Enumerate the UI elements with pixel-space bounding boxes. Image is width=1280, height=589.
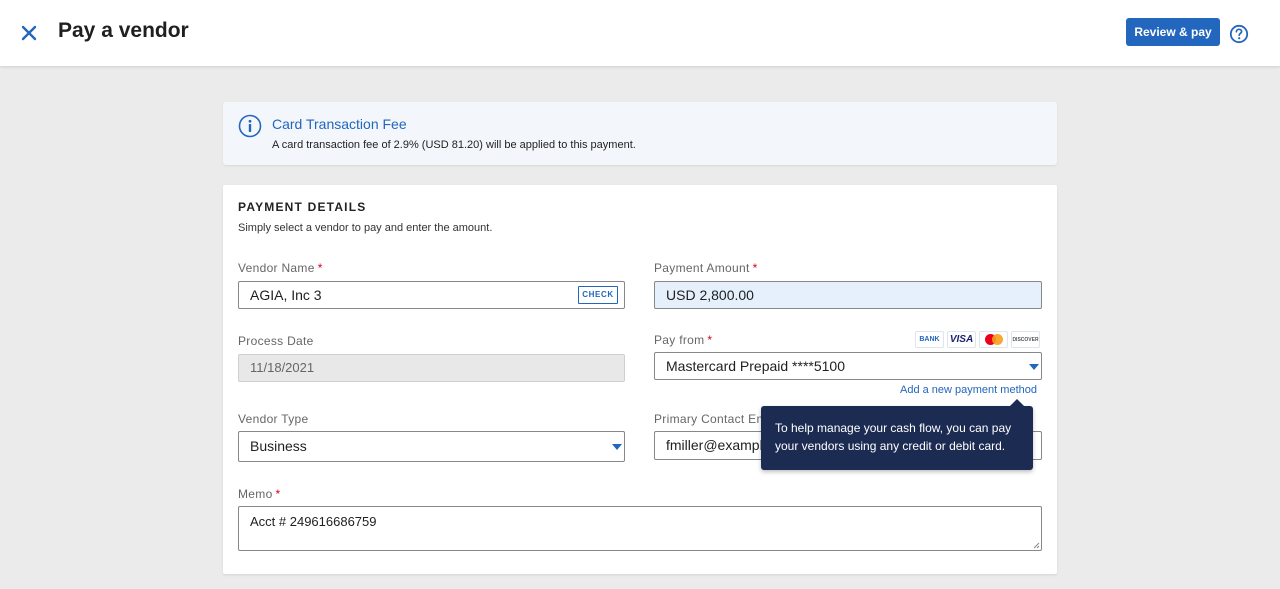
required-marker: * (317, 261, 323, 275)
required-marker: * (707, 333, 713, 347)
card-fee-notice: Card Transaction Fee A card transaction … (223, 102, 1057, 165)
section-title: PAYMENT DETAILS (238, 200, 367, 214)
vendor-type-label: Vendor Type (238, 412, 309, 426)
memo-label: Memo * (238, 487, 281, 501)
notice-title: Card Transaction Fee (272, 116, 407, 132)
vendor-type-select[interactable]: Business (238, 431, 625, 462)
payment-amount-label: Payment Amount * (654, 261, 758, 275)
vendor-name-input[interactable]: AGIA, Inc 3 CHECK (238, 281, 625, 309)
required-marker: * (275, 487, 281, 501)
tooltip-arrow (1010, 399, 1024, 406)
discover-logo: DISCOVER (1011, 331, 1040, 348)
payment-details-card: PAYMENT DETAILS Simply select a vendor t… (223, 185, 1057, 574)
resize-handle-icon[interactable] (1032, 541, 1040, 549)
check-button[interactable]: CHECK (578, 286, 618, 304)
bank-logo: BANK (915, 331, 944, 348)
chevron-down-icon (1029, 364, 1039, 370)
process-date-label: Process Date (238, 334, 314, 348)
top-bar: Pay a vendor Review & pay (0, 0, 1280, 66)
memo-textarea[interactable]: Acct # 249616686759 (238, 506, 1042, 551)
review-and-pay-button[interactable]: Review & pay (1126, 18, 1220, 46)
mastercard-icon (984, 334, 1003, 345)
page-title: Pay a vendor (58, 19, 189, 42)
help-circle-icon (1229, 24, 1249, 44)
payment-amount-input[interactable]: USD 2,800.00 (654, 281, 1042, 309)
chevron-down-icon (612, 444, 622, 450)
pay-from-label: Pay from * (654, 333, 713, 347)
pay-from-select[interactable]: Mastercard Prepaid ****5100 (654, 352, 1042, 380)
required-marker: * (752, 261, 758, 275)
payment-method-logos: BANK VISA DISCOVER (915, 331, 1040, 348)
mastercard-logo (979, 331, 1008, 348)
info-icon (238, 114, 262, 138)
visa-logo: VISA (947, 331, 976, 348)
help-button[interactable] (1229, 24, 1249, 44)
close-button[interactable] (18, 22, 40, 44)
payment-method-tooltip: To help manage your cash flow, you can p… (761, 406, 1033, 470)
section-subtitle: Simply select a vendor to pay and enter … (238, 222, 493, 234)
vendor-name-label: Vendor Name * (238, 261, 323, 275)
process-date-input: 11/18/2021 (238, 354, 625, 382)
close-icon (21, 25, 37, 41)
add-payment-method-link[interactable]: Add a new payment method (900, 384, 1037, 396)
notice-text: A card transaction fee of 2.9% (USD 81.2… (272, 139, 636, 151)
